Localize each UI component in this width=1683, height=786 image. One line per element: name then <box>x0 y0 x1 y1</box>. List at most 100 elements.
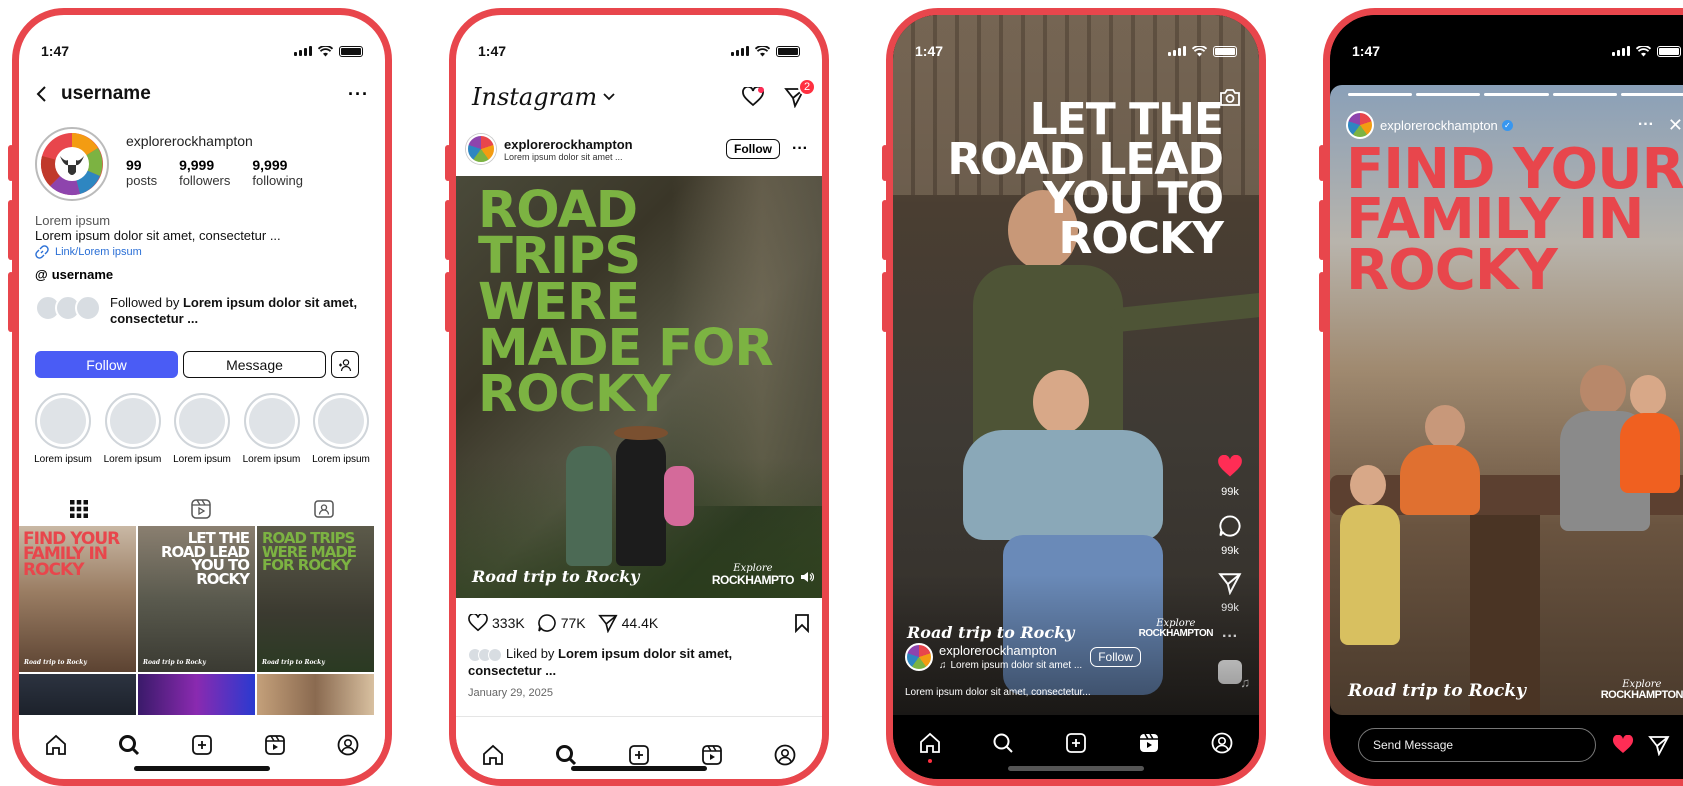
grid-post-trips[interactable]: ROAD TRIPS WERE MADE FOR ROCKY Road trip… <box>257 526 374 672</box>
post-username[interactable]: explorerockhampton <box>504 137 633 152</box>
share-icon[interactable] <box>597 613 618 633</box>
reel-username[interactable]: explorerockhampton <box>939 643 1082 658</box>
rockhampton-logo-icon <box>40 133 103 196</box>
reel-avatar[interactable] <box>905 643 933 671</box>
reels-icon[interactable] <box>263 733 287 757</box>
profile-avatar[interactable] <box>35 127 109 201</box>
reel-follow-button[interactable]: Follow <box>1090 647 1141 667</box>
highlight-item[interactable]: Lorem ipsum <box>103 393 163 465</box>
send-message-input[interactable] <box>1358 728 1596 762</box>
post-caption-script: Road trip to Rocky <box>472 567 640 586</box>
highlight-item[interactable]: Lorem ipsum <box>242 393 302 465</box>
post-more-icon[interactable]: ··· <box>792 140 808 158</box>
home-icon[interactable] <box>44 733 68 757</box>
reel-follow-label: Follow <box>1098 650 1133 664</box>
more-options-icon[interactable]: ··· <box>348 84 369 105</box>
profile-icon[interactable] <box>336 733 360 757</box>
story-username[interactable]: explorerockhampton <box>1380 118 1498 133</box>
post-headline-line: ROCKY <box>478 364 671 424</box>
stat-followers[interactable]: 9,999 followers <box>179 157 230 188</box>
stat-posts[interactable]: 99 posts <box>126 157 157 188</box>
follow-button[interactable]: Follow <box>35 351 178 378</box>
reel-screen: 1:47 LET THE ROAD LEAD YOU TO ROCKY 99k … <box>893 15 1259 779</box>
follow-label: Follow <box>86 356 127 373</box>
liked-by-avatars <box>468 647 506 662</box>
save-icon[interactable] <box>794 613 810 633</box>
story-more-icon[interactable]: ··· <box>1638 116 1654 134</box>
stat-following[interactable]: 9,999 following <box>252 157 303 188</box>
home-icon[interactable] <box>481 743 505 767</box>
reel-audio[interactable]: Lorem ipsum dolor sit amet ... <box>951 660 1083 671</box>
grid-post-road[interactable]: LET THE ROAD LEAD YOU TO ROCKY Road trip… <box>138 526 255 672</box>
story-screen: 1:47 explorerockhampton ✓ ··· ✕ FIND YOU… <box>1330 15 1683 779</box>
home-tab[interactable] <box>918 731 942 763</box>
grid-post-family[interactable]: FIND YOUR FAMILY IN ROCKY Road trip to R… <box>19 526 136 672</box>
search-icon[interactable] <box>991 731 1015 755</box>
threads-link[interactable]: @ username <box>35 267 113 282</box>
back-icon[interactable] <box>35 85 47 103</box>
post-follow-button[interactable]: Follow <box>726 139 781 159</box>
grid-post-headline: LET THE ROAD LEAD YOU TO ROCKY <box>160 529 250 588</box>
profile-icon[interactable] <box>773 743 797 767</box>
create-icon[interactable] <box>190 733 214 757</box>
notifications-heart-icon[interactable] <box>742 87 764 107</box>
followed-by[interactable]: Followed by Lorem ipsum dolor sit amet, … <box>35 295 369 327</box>
create-icon[interactable] <box>1064 731 1088 755</box>
share-icon[interactable] <box>1648 734 1670 756</box>
story-highlights: Lorem ipsum Lorem ipsum Lorem ipsum Lore… <box>33 393 371 465</box>
story-image[interactable]: explorerockhampton ✓ ··· ✕ FIND YOUR FAM… <box>1330 85 1683 715</box>
tagged-icon[interactable] <box>313 499 334 519</box>
close-icon[interactable]: ✕ <box>1668 115 1683 136</box>
phone-story: 1:47 explorerockhampton ✓ ··· ✕ FIND YOU… <box>1323 8 1683 786</box>
reels-icon[interactable] <box>700 743 724 767</box>
chevron-down-icon[interactable] <box>603 93 615 101</box>
grid-post-lights[interactable] <box>138 674 255 721</box>
reels-icon-active[interactable] <box>1137 731 1161 755</box>
highlight-label: Lorem ipsum <box>103 454 162 465</box>
instagram-logo[interactable]: Instagram <box>472 83 597 111</box>
suggest-people-button[interactable] <box>331 351 359 378</box>
story-headline-line: ROCKY <box>1346 237 1558 303</box>
signal-icon <box>1168 46 1186 56</box>
stat-value: 99 <box>126 157 142 173</box>
reel-description[interactable]: Lorem ipsum dolor sit amet, consectetur.… <box>905 687 1091 698</box>
liked-by[interactable]: Liked by Lorem ipsum dolor sit amet, con… <box>468 645 782 679</box>
audio-note-icon: ♫ <box>939 660 947 671</box>
comment-icon[interactable] <box>537 613 557 633</box>
grid-icon[interactable] <box>70 500 89 518</box>
message-button[interactable]: Message <box>183 351 326 378</box>
highlight-label: Lorem ipsum <box>312 454 370 465</box>
speaker-icon[interactable] <box>800 570 814 584</box>
post-image[interactable]: ROAD TRIPS WERE MADE FOR ROCKY Road trip… <box>456 176 822 598</box>
family-silhouette <box>566 426 706 576</box>
signal-icon <box>731 46 749 56</box>
profile-icon[interactable] <box>1210 731 1234 755</box>
battery-icon <box>339 45 363 57</box>
bio-link[interactable]: Link/Lorem ipsum <box>35 245 142 259</box>
grid-post-people[interactable] <box>257 674 374 721</box>
explore-rockhampton-logo: Explore ROCKHAMPTON <box>1601 680 1683 701</box>
phone-profile: 1:47 username ··· explorerockhampton 99 … <box>12 8 392 786</box>
create-icon[interactable] <box>627 743 651 767</box>
followed-by-prefix: Followed by <box>110 295 183 310</box>
highlight-item[interactable]: Lorem ipsum <box>172 393 232 465</box>
comment-icon[interactable] <box>1218 514 1242 538</box>
like-filled-icon[interactable] <box>1612 735 1634 755</box>
signal-icon <box>1612 46 1630 56</box>
search-icon[interactable] <box>117 733 141 757</box>
header-username: username <box>61 83 151 104</box>
status-bar: 1:47 <box>478 41 800 61</box>
highlight-item[interactable]: Lorem ipsum <box>311 393 371 465</box>
reels-tab-icon[interactable] <box>191 499 211 519</box>
grid-post-night[interactable] <box>19 674 136 721</box>
like-icon[interactable] <box>468 614 488 632</box>
grid-post-caption: Road trip to Rocky <box>262 659 325 666</box>
search-icon[interactable] <box>554 743 578 767</box>
like-filled-icon[interactable] <box>1217 454 1243 479</box>
story-avatar[interactable] <box>1346 111 1374 139</box>
messages-button[interactable]: 2 <box>784 78 816 109</box>
grid-post-caption: Road trip to Rocky <box>143 659 206 666</box>
highlight-item[interactable]: Lorem ipsum <box>33 393 93 465</box>
stat-label: following <box>252 173 303 188</box>
post-avatar[interactable] <box>466 134 496 164</box>
